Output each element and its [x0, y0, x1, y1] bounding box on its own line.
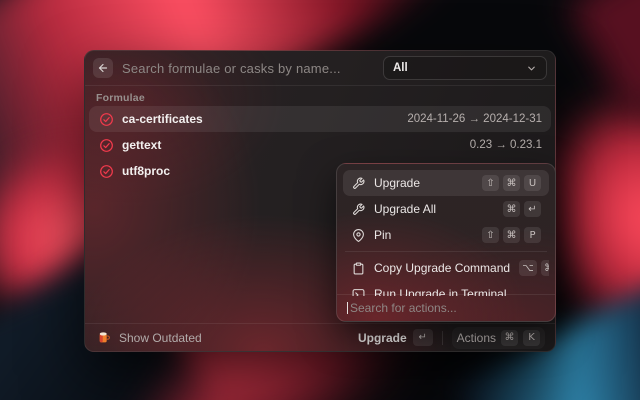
update-available-icon	[98, 163, 114, 179]
actions-search[interactable]: Search for actions...	[337, 294, 555, 321]
actions-button-label: Actions	[457, 331, 496, 345]
formula-version: 2024-11-26 → 2024-12-31	[407, 113, 542, 125]
menu-item-shortcut: ⌥ ⌘ C	[519, 260, 549, 276]
u-key-icon: U	[524, 175, 541, 191]
formula-row-gettext[interactable]: gettext 0.23 → 0.23.1	[89, 132, 551, 158]
command-key-icon: ⌘	[501, 330, 518, 346]
menu-item-upgrade[interactable]: Upgrade ⇧ ⌘ U	[343, 170, 549, 196]
menu-divider	[345, 251, 547, 252]
shift-key-icon: ⇧	[482, 227, 499, 243]
back-button[interactable]	[93, 58, 113, 78]
search-input[interactable]: Search formulae or casks by name...	[122, 61, 383, 76]
formula-name: ca-certificates	[122, 112, 203, 126]
actions-search-input: Search for actions...	[350, 301, 457, 315]
text-caret	[347, 302, 348, 314]
upgrade-button[interactable]: Upgrade	[358, 331, 407, 345]
command-key-icon: ⌘	[503, 227, 520, 243]
beer-mug-icon	[95, 330, 111, 346]
menu-item-label: Copy Upgrade Command	[374, 261, 510, 275]
command-key-icon: ⌘	[541, 260, 549, 276]
desktop: Search formulae or casks by name... All …	[0, 0, 640, 400]
menu-item-upgrade-all[interactable]: Upgrade All ⌘ ↵	[343, 196, 549, 222]
formula-name: utf8proc	[122, 164, 170, 178]
command-title: Show Outdated	[119, 331, 202, 345]
footer-actions: Upgrade ↵ Actions ⌘ K	[358, 327, 545, 349]
menu-item-label: Upgrade All	[374, 202, 494, 216]
menu-item-label: Pin	[374, 228, 473, 242]
actions-menu: Upgrade ⇧ ⌘ U Upgrade All ⌘ ↵	[336, 163, 556, 322]
divider	[442, 331, 443, 345]
menu-item-copy-upgrade-command[interactable]: Copy Upgrade Command ⌥ ⌘ C	[343, 255, 549, 281]
section-header: Formulae	[96, 92, 145, 104]
filter-dropdown[interactable]: All	[383, 56, 547, 80]
p-key-icon: P	[524, 227, 541, 243]
option-key-icon: ⌥	[519, 260, 537, 276]
wrench-icon	[351, 202, 365, 216]
return-key-icon: ↵	[524, 201, 541, 217]
back-arrow-icon	[97, 62, 109, 74]
shift-key-icon: ⇧	[482, 175, 499, 191]
chevron-down-icon	[526, 63, 537, 74]
filter-dropdown-value: All	[393, 62, 526, 74]
wrench-icon	[351, 176, 365, 190]
menu-item-shortcut: ⌘ ↵	[503, 201, 541, 217]
k-key-icon: K	[523, 330, 540, 346]
menu-item-label: Upgrade	[374, 176, 473, 190]
pin-icon	[351, 228, 365, 242]
divider	[85, 85, 555, 86]
formula-row-ca-certificates[interactable]: ca-certificates 2024-11-26 → 2024-12-31	[89, 106, 551, 132]
actions-button[interactable]: Actions ⌘ K	[452, 327, 545, 349]
actions-menu-list: Upgrade ⇧ ⌘ U Upgrade All ⌘ ↵	[343, 170, 549, 296]
return-key-icon: ↵	[413, 329, 433, 346]
menu-item-shortcut: ⇧ ⌘ P	[482, 227, 541, 243]
command-key-icon: ⌘	[503, 201, 520, 217]
search-bar: Search formulae or casks by name... All	[85, 51, 555, 85]
formula-name: gettext	[122, 138, 161, 152]
update-available-icon	[98, 111, 114, 127]
formula-version: 0.23 → 0.23.1	[470, 139, 542, 151]
update-available-icon	[98, 137, 114, 153]
command-key-icon: ⌘	[503, 175, 520, 191]
menu-item-shortcut: ⇧ ⌘ U	[482, 175, 541, 191]
menu-item-pin[interactable]: Pin ⇧ ⌘ P	[343, 222, 549, 248]
status-bar: Show Outdated Upgrade ↵ Actions ⌘ K	[85, 323, 555, 351]
clipboard-icon	[351, 261, 365, 275]
